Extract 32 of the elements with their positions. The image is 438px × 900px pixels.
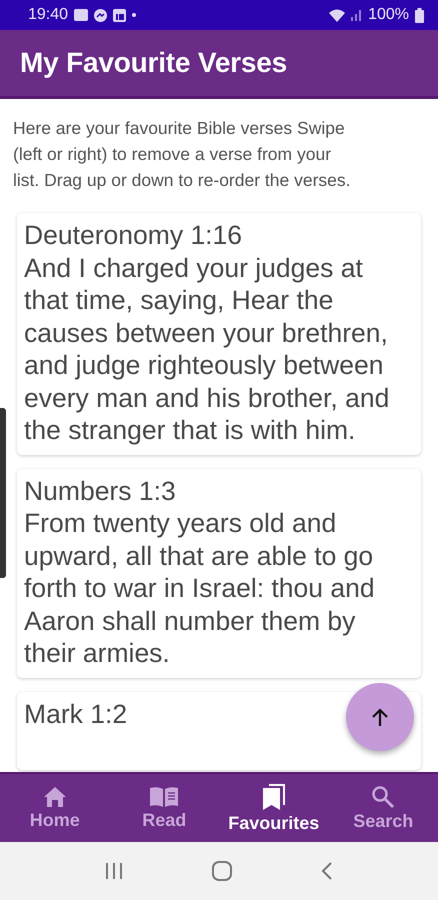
- arrow-up-icon: [370, 707, 390, 727]
- wifi-icon: [328, 8, 346, 22]
- signal-icon: [350, 9, 362, 21]
- verse-reference: Mark 1:2: [24, 698, 128, 730]
- bookmarks-icon: [260, 782, 287, 810]
- house-icon: [42, 786, 67, 808]
- verse-text: From twenty years old and upward, all that are able to go forth to war in Israel: thou and Aaron shall number them by their armies.: [24, 507, 376, 670]
- verse-text: And I charged your judges at that time, saying, Hear the causes between your brethren, and judge righteously between every man and his brother, and the stranger that is with him.: [24, 252, 390, 446]
- recent-apps-icon: [104, 863, 123, 879]
- edge-panel-handle[interactable]: [0, 408, 6, 578]
- verse-card[interactable]: Deuteronomy 1:16 And I charged your judges at that time, saying, Hear the causes between your brethren, and judge righteously between every man and his brother, and the stranger that is with him.: [17, 213, 421, 454]
- notification-icon: [74, 9, 88, 21]
- verse-reference: Deuteronomy 1:16: [24, 219, 242, 252]
- verse-card[interactable]: Mark 1:2: [17, 692, 421, 770]
- dot-icon: [132, 13, 136, 17]
- verse-card[interactable]: Numbers 1:3 From twenty years old and upward, all that are able to go forth to war in Israel: thou and Aaron shall number them by their armies.: [17, 468, 421, 678]
- clock: 19:40: [28, 6, 68, 24]
- nav-tab[interactable]: Search: [328, 774, 438, 842]
- battery-icon: [415, 8, 424, 22]
- nav-tab[interactable]: Favourites: [219, 774, 328, 842]
- screen-title: My Favourite Verses: [20, 47, 287, 79]
- chat-bubble-icon: [94, 8, 108, 22]
- nav-tab[interactable]: Home: [0, 774, 110, 842]
- back-chevron-icon: [321, 862, 334, 880]
- open-book-icon: [149, 786, 180, 808]
- nav-tab[interactable]: Read: [110, 774, 219, 842]
- verse-reference: Numbers 1:3: [24, 474, 176, 507]
- search-icon: [371, 784, 396, 808]
- rounded-square-icon: [212, 861, 232, 881]
- instructions-text: Here are your favourite Bible verses Swipe (left or right) to remove a verse from your list. Drag up or down to re-order the verses.: [12, 117, 352, 192]
- battery-percentage: 100%: [368, 6, 409, 24]
- square-app-icon: [113, 8, 126, 22]
